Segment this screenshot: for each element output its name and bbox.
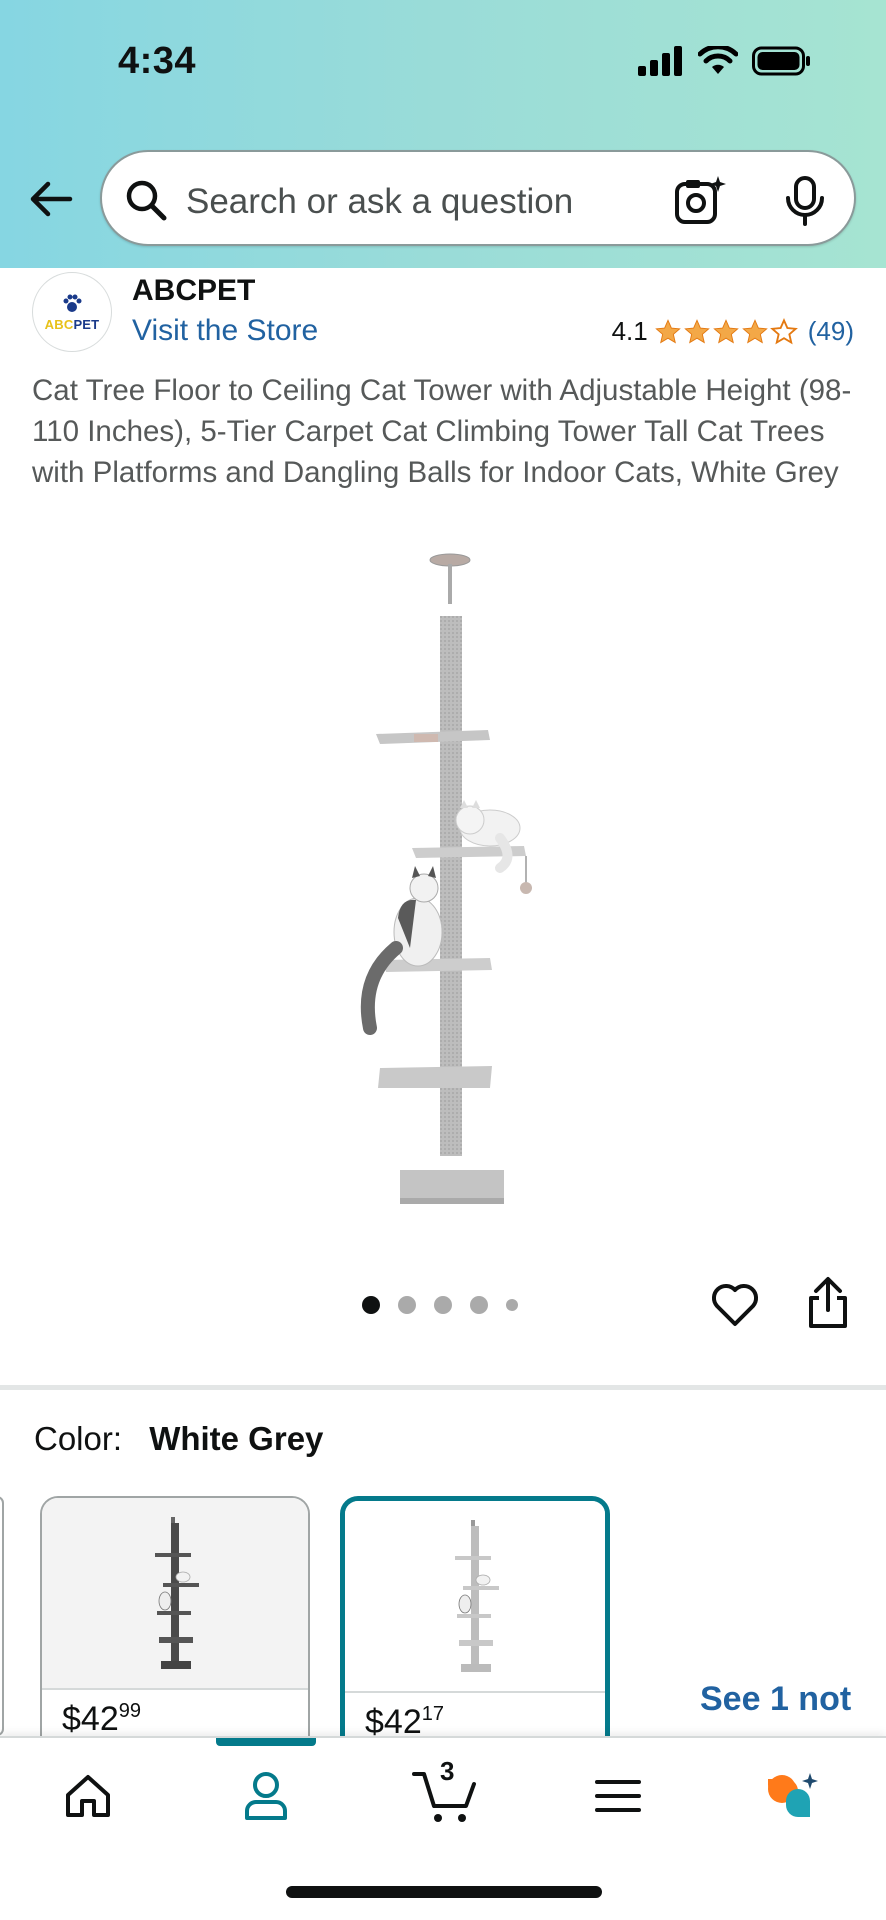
nav-profile[interactable] [236, 1764, 296, 1828]
see-not-featured-link[interactable]: See 1 not [700, 1680, 851, 1719]
nav-active-indicator [216, 1738, 316, 1746]
brand-logo-text: ABCPET [44, 316, 100, 332]
carousel-dot[interactable] [506, 1299, 518, 1311]
swatch-image [345, 1501, 605, 1691]
battery-icon [752, 46, 810, 76]
home-icon [66, 1775, 110, 1817]
carousel-dot[interactable] [470, 1296, 488, 1314]
nav-home[interactable] [58, 1764, 118, 1828]
cat-tree-thumbnail [455, 1520, 499, 1672]
heart-icon[interactable] [710, 1282, 760, 1328]
product-title: Cat Tree Floor to Ceiling Cat Tower with… [32, 374, 852, 489]
product-image[interactable] [340, 548, 550, 1208]
cat-tree-thumbnail [155, 1517, 199, 1669]
swatch-previous-edge[interactable] [0, 1496, 4, 1736]
cart-count-badge: 3 [440, 1756, 455, 1786]
carousel-dot-active[interactable] [362, 1296, 380, 1314]
menu-icon [595, 1780, 641, 1812]
swatch-price-cents: 99 [118, 1700, 141, 1722]
rating-value: 4.1 [611, 316, 648, 346]
star-full-icon [712, 318, 739, 343]
swatch-image [42, 1498, 308, 1688]
star-empty-icon [769, 317, 798, 344]
wifi-icon [698, 46, 738, 74]
status-icons [638, 46, 812, 76]
home-indicator-bar [286, 1886, 602, 1898]
star-full-icon [654, 318, 681, 343]
color-value: White Grey [149, 1420, 324, 1457]
brand-name: ABCPET [132, 274, 256, 307]
section-divider [0, 1385, 886, 1390]
search-input[interactable]: Search or ask a question [100, 150, 856, 246]
color-swatch-white-grey-selected[interactable]: $4217 [340, 1496, 610, 1756]
star-full-icon [741, 318, 768, 343]
star-rating [654, 317, 798, 346]
visit-store-link[interactable]: Visit the Store [132, 314, 318, 348]
image-carousel-dots[interactable] [362, 1296, 518, 1314]
cellular-signal-icon [638, 46, 682, 76]
color-selector-label: Color: White Grey [34, 1420, 323, 1458]
carousel-dot[interactable] [398, 1296, 416, 1314]
brand-logo[interactable]: ABCPET [32, 272, 112, 352]
status-time: 4:34 [118, 40, 197, 82]
search-placeholder: Search or ask a question [186, 182, 574, 221]
app-header: 4:34 Search or ask a question [0, 0, 886, 268]
carousel-dot[interactable] [434, 1296, 452, 1314]
nav-rufus[interactable] [762, 1764, 822, 1828]
swatch-price: $4217 [345, 1691, 605, 1742]
swatch-price-main: $42 [62, 1700, 119, 1738]
star-full-icon [683, 318, 710, 343]
camera-search-icon[interactable] [674, 174, 726, 226]
rufus-ai-icon [768, 1773, 818, 1817]
share-icon[interactable] [806, 1276, 850, 1330]
color-swatch-dark-grey[interactable]: $4299 [40, 1496, 310, 1756]
back-arrow-icon[interactable] [28, 176, 74, 222]
swatch-price-cents: 17 [421, 1703, 444, 1725]
microphone-icon[interactable] [784, 176, 826, 226]
profile-icon [245, 1772, 287, 1820]
swatch-price: $4299 [42, 1688, 308, 1739]
color-label: Color: [34, 1420, 123, 1457]
search-icon [126, 180, 167, 221]
rating-count: (49) [807, 316, 854, 346]
nav-menu[interactable] [588, 1764, 648, 1828]
rating-summary[interactable]: 4.1 (49) [612, 316, 854, 347]
paw-logo-icon [63, 294, 82, 312]
